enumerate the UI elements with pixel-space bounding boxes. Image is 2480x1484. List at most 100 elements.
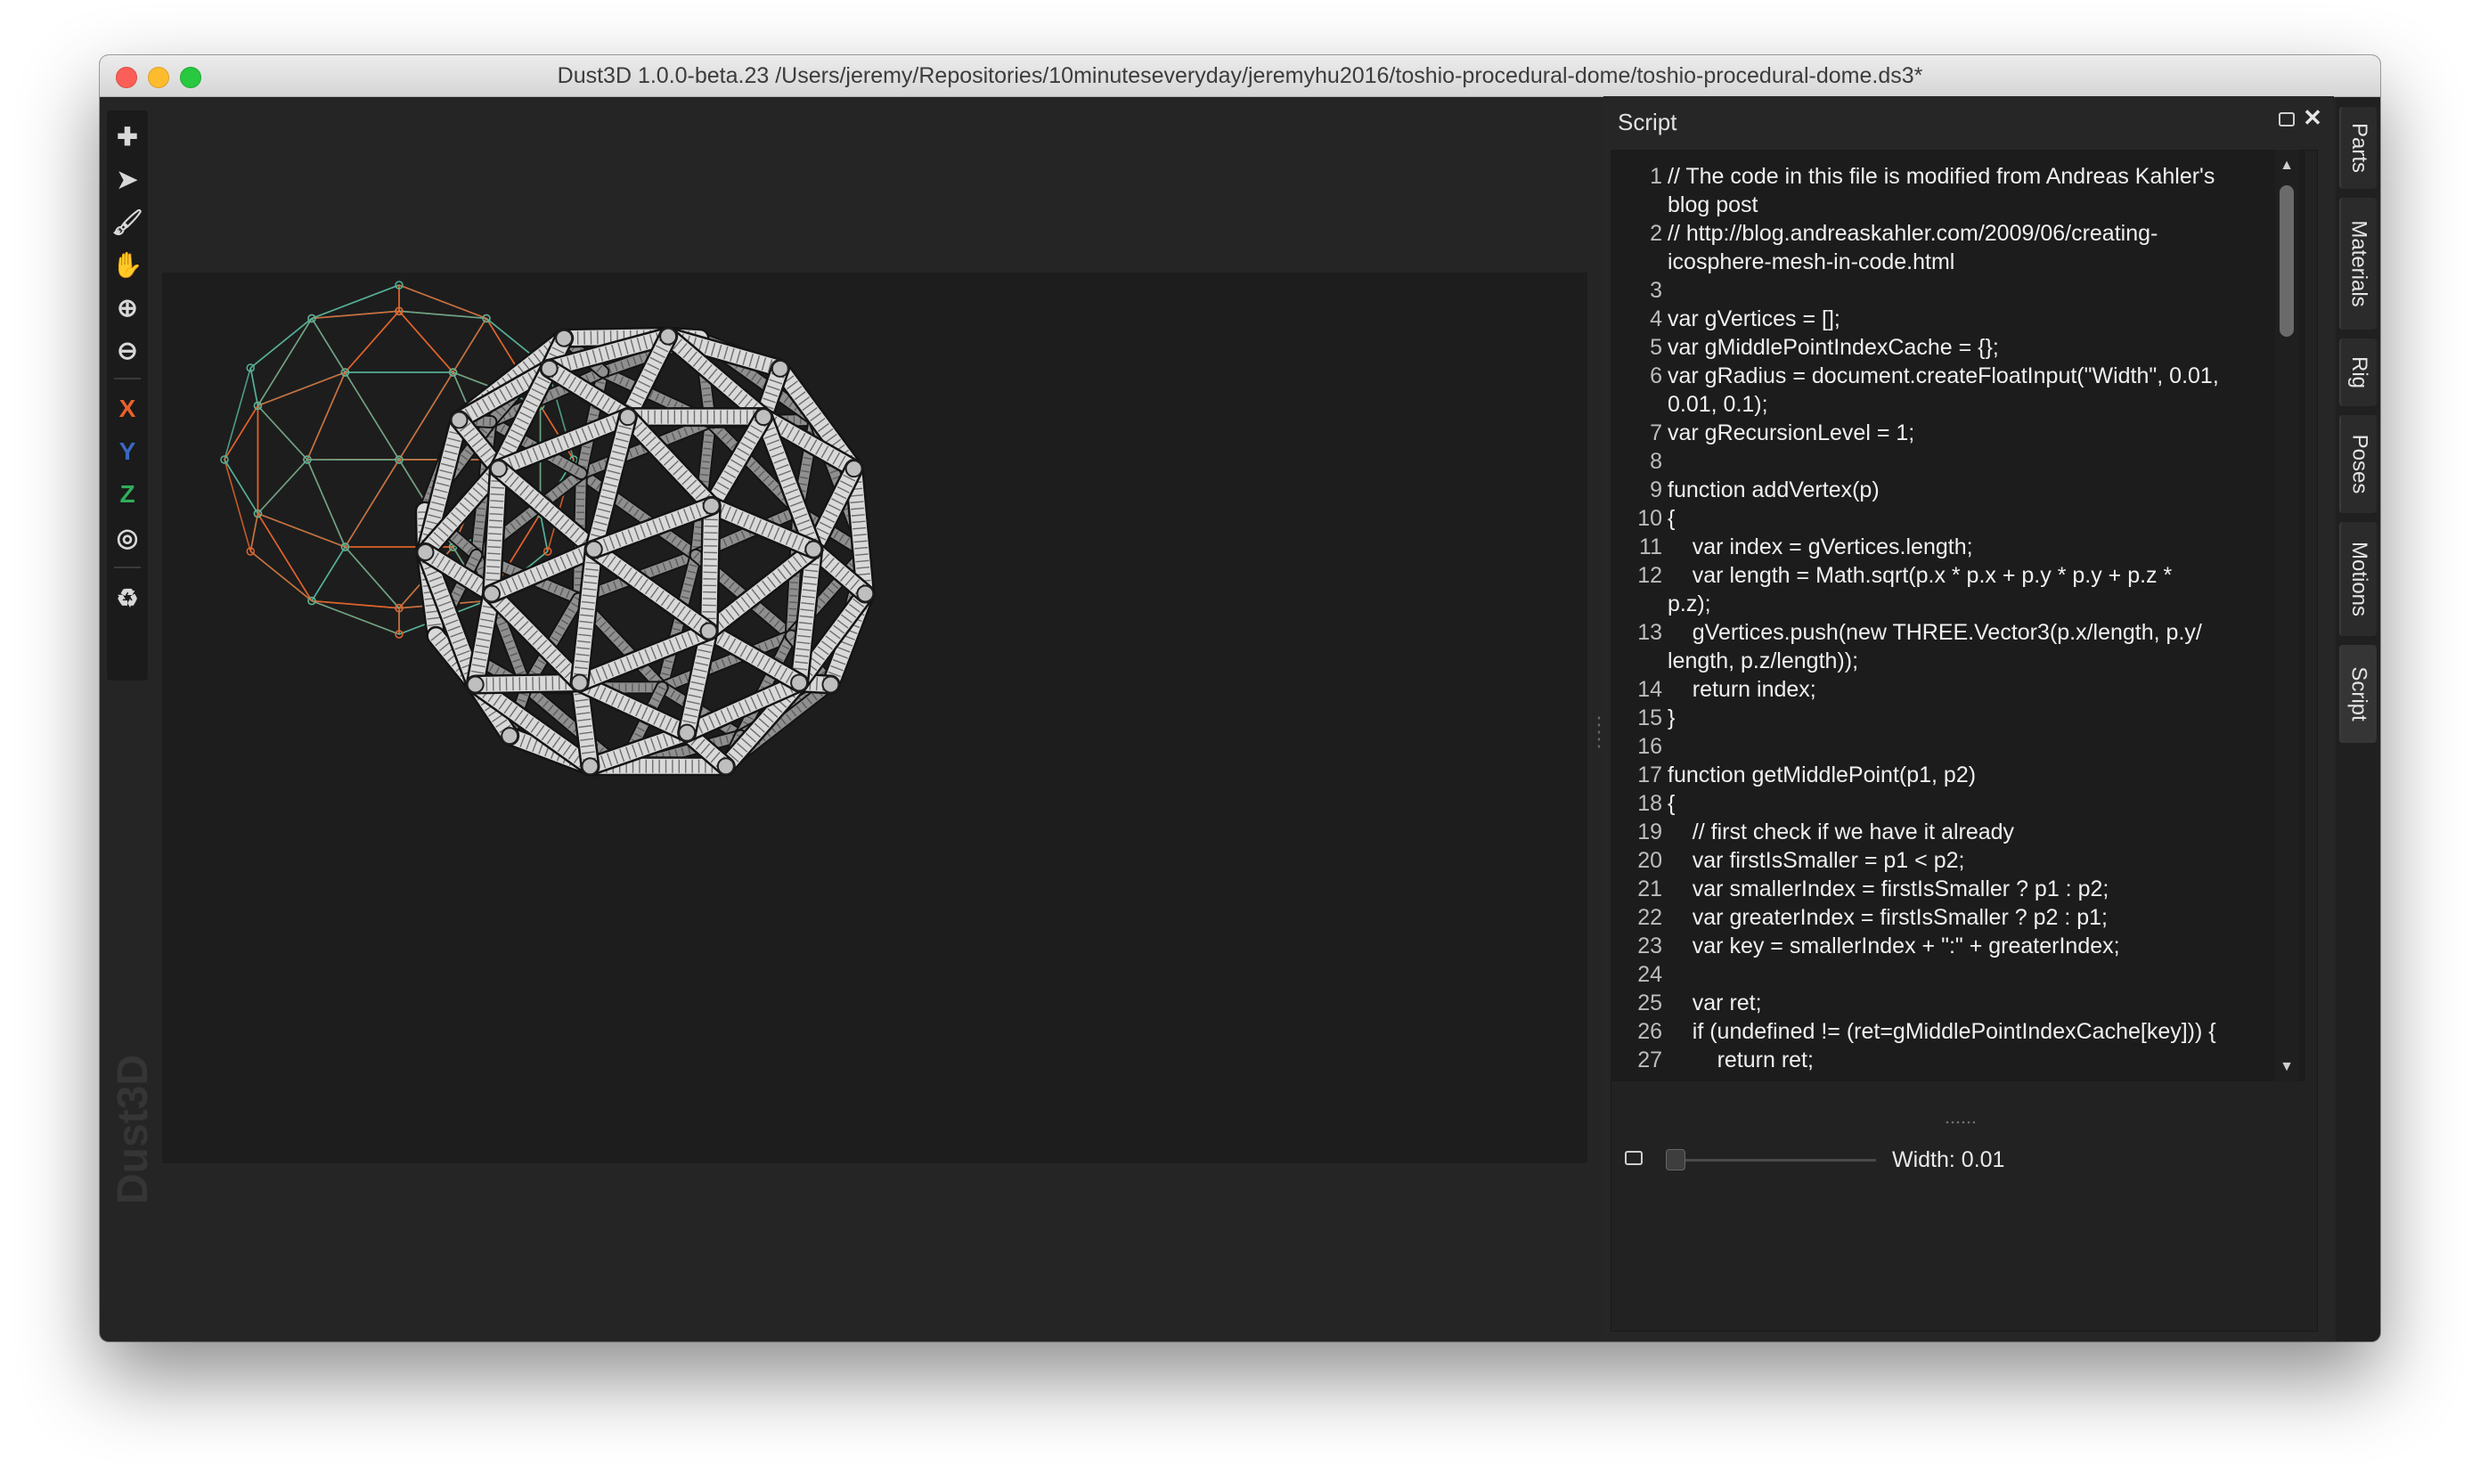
tab-parts[interactable]: Parts [2339, 107, 2377, 189]
wireframe-edge [224, 459, 252, 552]
line-text: var gRadius = document.createFloatInput(… [1668, 363, 2219, 388]
script-editor[interactable]: 1// The code in this file is modified fr… [1611, 150, 2305, 1081]
y-axis-lock-button[interactable]: Y [109, 433, 146, 470]
strut-joint [581, 757, 600, 776]
width-parameter: Width: 0.01 [1625, 1142, 2302, 1178]
line-number: 6 [1650, 363, 1662, 388]
scroll-up-icon[interactable]: ▲ [2278, 157, 2296, 175]
line-number: 25 [1637, 991, 1662, 1015]
tab-motions[interactable]: Motions [2339, 522, 2377, 636]
line-number: 26 [1637, 1019, 1662, 1044]
strut-joint [771, 359, 789, 378]
toolbar-divider [114, 567, 141, 568]
float-panel-icon[interactable] [2279, 112, 2295, 126]
strut-joint [804, 540, 823, 559]
strut-joint [821, 675, 840, 694]
line-number: 22 [1637, 905, 1662, 930]
panel-splitter-handle[interactable] [1596, 714, 1602, 750]
strut-joint [482, 584, 501, 603]
line-number: 9 [1650, 477, 1662, 502]
line-text: var index = gVertices.length; [1668, 534, 1973, 559]
wireframe-edge [224, 367, 252, 461]
strut-joint [702, 496, 721, 515]
wireframe-edge [344, 371, 400, 461]
z-axis-lock-button[interactable]: Z [109, 476, 146, 513]
close-panel-icon[interactable]: ✕ [2300, 105, 2325, 130]
wireframe-edge [249, 317, 313, 369]
tab-label: Parts [2347, 122, 2372, 174]
tab-poses[interactable]: Poses [2339, 415, 2377, 513]
line-text: p.z); [1668, 591, 1711, 616]
tab-label: Script [2347, 666, 2372, 722]
tab-label: Rig [2346, 355, 2371, 389]
tab-rig[interactable]: Rig [2339, 338, 2377, 406]
tab-label: Motions [2347, 541, 2372, 617]
strut-joint [755, 408, 773, 427]
scrollbar-thumb[interactable] [2280, 185, 2294, 337]
wireframe-edge [311, 318, 347, 373]
line-text: return ret; [1668, 1048, 1814, 1072]
zoom-out-icon[interactable]: ⊖ [109, 331, 146, 369]
wireframe-edge [249, 550, 313, 602]
tab-label: Materials [2347, 220, 2372, 307]
strut-joint [716, 757, 735, 776]
strut-joint [466, 675, 485, 694]
strut-joint [844, 460, 863, 478]
strut-joint [450, 411, 469, 429]
line-text: blog post [1668, 192, 1758, 217]
x-axis-lock-button[interactable]: X [109, 390, 146, 428]
radial-lock-icon[interactable]: ◎ [109, 518, 146, 556]
line-text: var firstIsSmaller = p1 < p2; [1668, 848, 1965, 873]
line-number: 20 [1637, 848, 1662, 873]
app-watermark: Dust3D [110, 1054, 157, 1204]
wireframe-edge [257, 513, 313, 602]
strut-joint [489, 460, 508, 478]
line-text: if (undefined != (ret=gMiddlePointIndexC… [1668, 1019, 2216, 1044]
editor-resize-handle[interactable] [1945, 1120, 1975, 1125]
select-arrow-icon[interactable]: ➤ [109, 160, 146, 198]
wireframe-edge [452, 318, 487, 373]
line-number: 8 [1650, 449, 1662, 474]
model-render[interactable] [100, 96, 1596, 1341]
wireframe-edge [257, 512, 346, 548]
wireframe-edge [257, 459, 308, 515]
editor-scrollbar[interactable]: ▲ ▼ [2275, 150, 2298, 1081]
tab-script[interactable]: Script [2339, 645, 2377, 743]
add-icon[interactable]: ✚ [109, 118, 146, 155]
line-number: 15 [1637, 705, 1662, 730]
parameter-edit-icon[interactable] [1625, 1151, 1643, 1165]
line-text: var greaterIndex = firstIsSmaller ? p2 :… [1668, 905, 2108, 930]
line-text: } [1668, 705, 1676, 730]
line-number: 21 [1637, 877, 1662, 901]
line-text: { [1668, 791, 1676, 816]
wireframe-edge [311, 599, 400, 635]
title-bar[interactable]: Dust3D 1.0.0-beta.23 /Users/jeremy/Repos… [100, 55, 2380, 97]
line-number: 4 [1650, 306, 1662, 331]
width-slider-track[interactable] [1671, 1159, 1876, 1162]
line-number: 27 [1637, 1048, 1662, 1072]
hand-icon[interactable]: ✋ [109, 246, 146, 283]
strut-joint [856, 584, 875, 603]
line-number: 13 [1637, 620, 1662, 645]
line-text: var key = smallerIndex + ":" + greaterIn… [1668, 934, 2120, 958]
right-tab-bar: Parts Materials Rig Poses Motions Script [2336, 98, 2380, 1341]
line-number: 2 [1650, 221, 1662, 246]
tool-bar: ✚ ➤ 🖌 ✋ ⊕ ⊖ X Y Z ◎ ♻ [107, 110, 148, 681]
zoom-in-icon[interactable]: ⊕ [109, 289, 146, 326]
strut-joint [699, 622, 718, 640]
width-value-label: Width: 0.01 [1892, 1147, 2005, 1172]
line-number: 11 [1639, 534, 1662, 559]
tab-materials[interactable]: Materials [2339, 198, 2377, 330]
line-text: 0.01, 0.1); [1668, 392, 1768, 417]
paint-brush-icon[interactable]: 🖌 [109, 203, 146, 241]
wireframe-edge [398, 284, 487, 320]
scroll-down-icon[interactable]: ▼ [2278, 1058, 2296, 1076]
width-slider-handle[interactable] [1666, 1149, 1685, 1170]
line-number: 23 [1637, 934, 1662, 958]
wireframe-edge [249, 513, 259, 552]
line-number: 7 [1650, 420, 1662, 445]
regenerate-icon[interactable]: ♻ [109, 579, 146, 616]
line-text: function addVertex(p) [1668, 477, 1880, 502]
wireframe-edge [344, 546, 400, 609]
line-text: { [1668, 506, 1676, 531]
